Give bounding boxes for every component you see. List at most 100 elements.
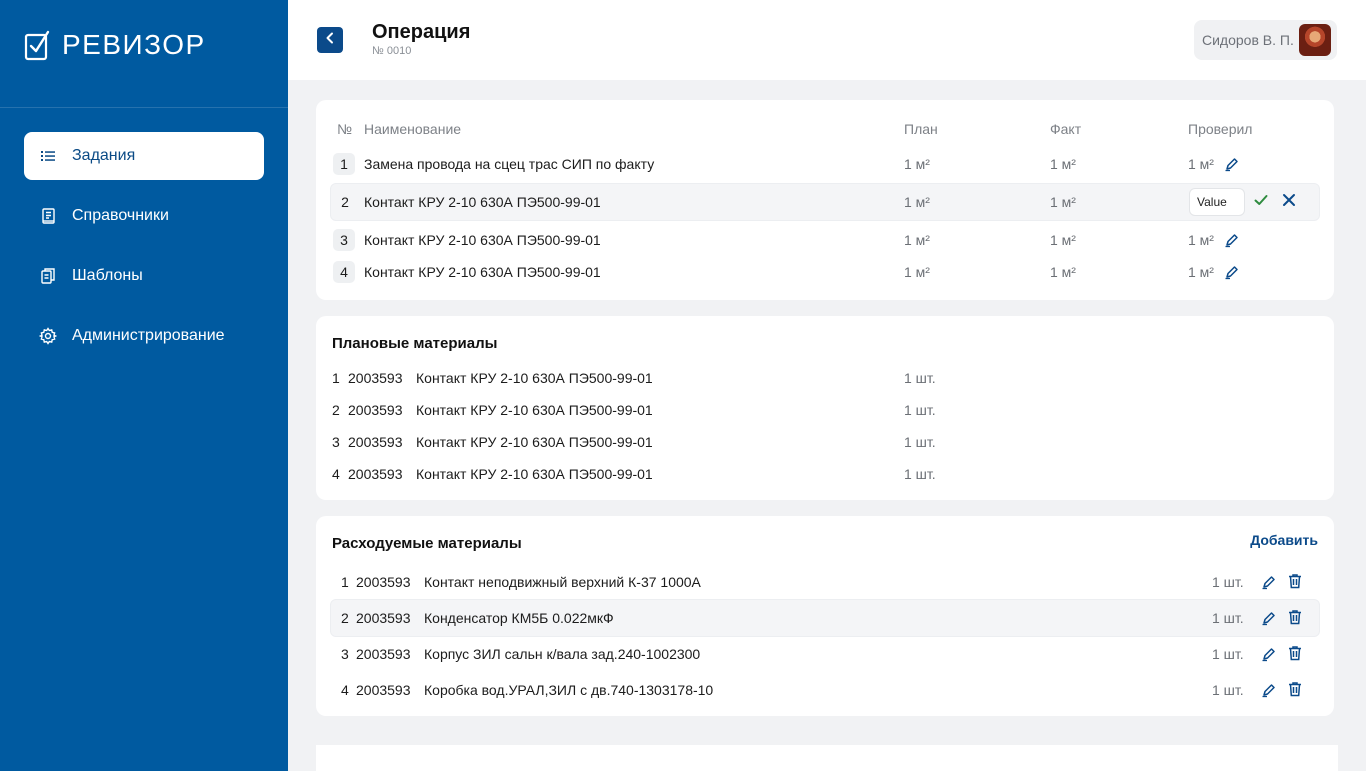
- sidebar-divider: [0, 107, 288, 108]
- column-header-num: №: [337, 121, 353, 137]
- row-number: 1: [333, 153, 355, 175]
- row-name: Контакт КРУ 2-10 630А ПЭ500-99-01: [364, 232, 601, 248]
- edit-icon[interactable]: [1224, 264, 1240, 280]
- planned-materials-card: Плановые материалы 1 2003593 Контакт КРУ…: [316, 316, 1334, 500]
- row-plan: 1 м²: [904, 156, 930, 172]
- sidebar-item-administration[interactable]: Администрирование: [24, 312, 264, 360]
- copy-icon: [39, 267, 57, 285]
- table-row[interactable]: 3 Контакт КРУ 2-10 630А ПЭ500-99-01 1 м²…: [330, 222, 1320, 258]
- next-card: [316, 745, 1338, 771]
- table-row[interactable]: 1 Замена провода на сцец трас СИП по фак…: [330, 146, 1320, 182]
- item-code: 2003593: [356, 610, 411, 626]
- item-code: 2003593: [348, 402, 403, 418]
- row-name: Контакт КРУ 2-10 630А ПЭ500-99-01: [364, 194, 601, 210]
- user-name: Сидоров В. П.: [1202, 32, 1294, 48]
- user-menu[interactable]: Сидоров В. П.: [1194, 20, 1337, 60]
- sidebar-item-label: Справочники: [72, 207, 169, 224]
- trash-icon[interactable]: [1287, 609, 1305, 627]
- sidebar-nav: Задания Справочники Шаблоны Администриро…: [24, 132, 264, 372]
- item-name: Контакт КРУ 2-10 630А ПЭ500-99-01: [416, 466, 653, 482]
- sidebar: РЕВИЗОР Задания Справочники Шаблоны Адми: [0, 0, 288, 771]
- close-icon: [1281, 192, 1297, 213]
- add-button[interactable]: Добавить: [1250, 532, 1318, 548]
- item-code: 2003593: [348, 434, 403, 450]
- list-item[interactable]: 2 2003593 Конденсатор КМ5Б 0.022мкФ 1 шт…: [330, 599, 1320, 637]
- sidebar-item-templates[interactable]: Шаблоны: [24, 252, 264, 300]
- checked-value-input[interactable]: [1189, 188, 1245, 216]
- row-name: Контакт КРУ 2-10 630А ПЭ500-99-01: [364, 264, 601, 280]
- operations-card: № Наименование План Факт Проверил 1 Заме…: [316, 100, 1334, 300]
- item-qty: 1 шт.: [1212, 682, 1244, 698]
- item-number: 1: [341, 574, 349, 590]
- column-header-name: Наименование: [364, 121, 462, 137]
- sidebar-item-label: Задания: [72, 147, 136, 164]
- confirm-button[interactable]: [1252, 193, 1270, 211]
- trash-icon[interactable]: [1287, 645, 1305, 663]
- operation-number: № 0010: [372, 45, 412, 57]
- row-number: 2: [341, 194, 349, 210]
- row-number: 4: [333, 261, 355, 283]
- item-qty: 1 шт.: [904, 370, 936, 386]
- cancel-button[interactable]: [1280, 193, 1298, 211]
- item-code: 2003593: [348, 370, 403, 386]
- list-icon: [39, 147, 57, 165]
- item-code: 2003593: [356, 574, 411, 590]
- item-name: Контакт КРУ 2-10 630А ПЭ500-99-01: [416, 434, 653, 450]
- item-name: Конденсатор КМ5Б 0.022мкФ: [424, 610, 614, 626]
- column-header-fact: Факт: [1050, 121, 1082, 137]
- trash-icon[interactable]: [1287, 573, 1305, 591]
- list-item: 2 2003593 Контакт КРУ 2-10 630А ПЭ500-99…: [332, 392, 1322, 428]
- list-item: 1 2003593 Контакт КРУ 2-10 630А ПЭ500-99…: [332, 360, 1322, 396]
- list-item[interactable]: 3 2003593 Корпус ЗИЛ сальн к/вала зад.24…: [330, 636, 1320, 672]
- gear-icon: [39, 327, 57, 345]
- column-header-plan: План: [904, 121, 938, 137]
- edit-icon[interactable]: [1224, 232, 1240, 248]
- row-plan: 1 м²: [904, 194, 930, 210]
- table-row[interactable]: 4 Контакт КРУ 2-10 630А ПЭ500-99-01 1 м²…: [330, 254, 1320, 290]
- row-fact: 1 м²: [1050, 156, 1076, 172]
- row-number: 3: [333, 229, 355, 251]
- row-plan: 1 м²: [904, 264, 930, 280]
- sidebar-item-tasks[interactable]: Задания: [24, 132, 264, 180]
- item-qty: 1 шт.: [1212, 646, 1244, 662]
- row-checked: 1 м²: [1188, 264, 1214, 280]
- item-name: Корпус ЗИЛ сальн к/вала зад.240-1002300: [424, 646, 701, 662]
- list-item[interactable]: 1 2003593 Контакт неподвижный верхний К-…: [330, 564, 1320, 600]
- edit-icon[interactable]: [1261, 646, 1277, 662]
- edit-icon[interactable]: [1261, 682, 1277, 698]
- row-name: Замена провода на сцец трас СИП по факту: [364, 156, 655, 172]
- list-item: 4 2003593 Контакт КРУ 2-10 630А ПЭ500-99…: [332, 456, 1322, 492]
- list-item: 3 2003593 Контакт КРУ 2-10 630А ПЭ500-99…: [332, 424, 1322, 460]
- row-fact: 1 м²: [1050, 232, 1076, 248]
- page-header: Операция № 0010 Сидоров В. П.: [288, 0, 1366, 80]
- sidebar-item-label: Администрирование: [72, 327, 225, 344]
- page-title: Операция: [372, 21, 471, 43]
- item-number: 4: [341, 682, 349, 698]
- item-number: 3: [341, 646, 349, 662]
- row-fact: 1 м²: [1050, 194, 1076, 210]
- edit-icon[interactable]: [1224, 156, 1240, 172]
- edit-icon[interactable]: [1261, 574, 1277, 590]
- list-item[interactable]: 4 2003593 Коробка вод.УРАЛ,ЗИЛ с дв.740-…: [330, 672, 1320, 708]
- edit-icon[interactable]: [1261, 610, 1277, 626]
- table-row[interactable]: 2 Контакт КРУ 2-10 630А ПЭ500-99-01 1 м²…: [330, 183, 1320, 221]
- row-plan: 1 м²: [904, 232, 930, 248]
- item-code: 2003593: [348, 466, 403, 482]
- item-name: Контакт КРУ 2-10 630А ПЭ500-99-01: [416, 402, 653, 418]
- sidebar-item-directories[interactable]: Справочники: [24, 192, 264, 240]
- item-name: Контакт неподвижный верхний К-37 1000А: [424, 574, 701, 590]
- item-code: 2003593: [356, 682, 411, 698]
- checkbox-logo-icon: [24, 29, 50, 61]
- avatar: [1299, 24, 1331, 56]
- row-checked: 1 м²: [1188, 232, 1214, 248]
- sidebar-item-label: Шаблоны: [72, 267, 143, 284]
- item-number: 2: [332, 402, 340, 418]
- row-checked: 1 м²: [1188, 156, 1214, 172]
- logo-text: РЕВИЗОР: [62, 29, 206, 60]
- consumed-materials-card: Расходуемые материалы Добавить 1 2003593…: [316, 516, 1334, 716]
- logo[interactable]: РЕВИЗОР: [24, 28, 206, 62]
- trash-icon[interactable]: [1287, 681, 1305, 699]
- check-icon: [1253, 192, 1269, 213]
- back-button[interactable]: [317, 27, 343, 53]
- item-name: Коробка вод.УРАЛ,ЗИЛ с дв.740-1303178-10: [424, 682, 714, 698]
